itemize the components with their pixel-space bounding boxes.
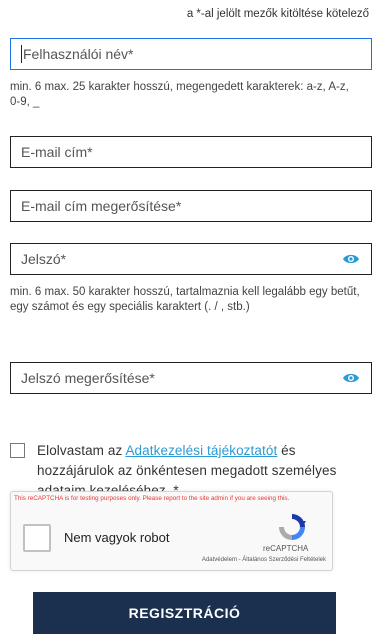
text-caret [21, 45, 22, 63]
required-fields-note: a *-al jelölt mezők kitöltése kötelező [186, 8, 369, 20]
password-confirm-input[interactable] [21, 370, 335, 386]
captcha-label: Nem vagyok robot [64, 530, 170, 545]
username-field[interactable] [10, 38, 372, 70]
password-input[interactable] [21, 251, 335, 267]
register-button[interactable]: REGISZTRÁCIÓ [33, 592, 336, 634]
captcha-test-warning: This reCAPTCHA is for testing purposes o… [14, 495, 290, 502]
username-hint: min. 6 max. 25 karakter hosszú, megenged… [10, 81, 349, 108]
eye-icon[interactable] [341, 252, 361, 266]
username-input[interactable] [23, 46, 361, 62]
email-input[interactable] [21, 144, 361, 160]
captcha-links[interactable]: Adatvédelem - Általános Szerződési Felté… [202, 557, 326, 563]
captcha-checkbox[interactable] [23, 524, 51, 552]
captcha-brand: reCAPTCHA [263, 544, 309, 553]
recaptcha-widget: This reCAPTCHA is for testing purposes o… [10, 491, 333, 571]
email-field[interactable] [10, 136, 372, 168]
password-hint: min. 6 max. 50 karakter hosszú, tartalma… [10, 286, 360, 313]
email-confirm-field[interactable] [10, 190, 372, 222]
consent-checkbox[interactable] [10, 443, 25, 458]
recaptcha-logo-icon [279, 514, 306, 540]
email-confirm-input[interactable] [21, 198, 361, 214]
password-confirm-field[interactable] [10, 362, 372, 394]
eye-icon[interactable] [341, 371, 361, 385]
consent-prefix: Elolvastam az [37, 443, 126, 458]
password-field[interactable] [10, 243, 372, 275]
privacy-policy-link[interactable]: Adatkezelési tájékoztatót [125, 443, 277, 458]
